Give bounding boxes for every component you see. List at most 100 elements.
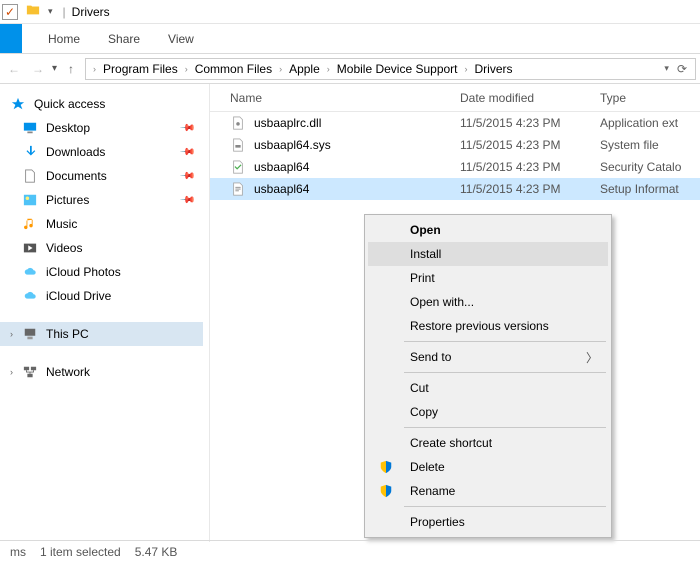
window-title: Drivers bbox=[72, 5, 110, 19]
nav-pane: Quick access Desktop📌 Downloads📌 Documen… bbox=[0, 84, 210, 542]
breadcrumb-seg[interactable]: Common Files bbox=[191, 62, 276, 76]
videos-icon bbox=[22, 240, 38, 256]
ctx-separator bbox=[404, 372, 606, 373]
ctx-separator bbox=[404, 341, 606, 342]
ctx-label: Delete bbox=[410, 460, 445, 474]
ctx-label: Rename bbox=[410, 484, 455, 498]
forward-button[interactable]: → bbox=[28, 59, 48, 79]
network-icon bbox=[22, 364, 38, 380]
ctx-open[interactable]: Open bbox=[368, 218, 608, 242]
tab-share[interactable]: Share bbox=[94, 24, 154, 53]
star-icon bbox=[10, 96, 26, 112]
file-name: usbaapl64 bbox=[254, 182, 460, 196]
file-row[interactable]: usbaapl64 11/5/2015 4:23 PM Security Cat… bbox=[210, 156, 700, 178]
ctx-label: Restore previous versions bbox=[410, 319, 549, 333]
cloud-icon bbox=[22, 288, 38, 304]
refresh-icon[interactable]: ⟳ bbox=[677, 62, 687, 76]
nav-label: Downloads bbox=[46, 145, 105, 159]
nav-network[interactable]: ›Network bbox=[0, 360, 203, 384]
tab-view[interactable]: View bbox=[154, 24, 208, 53]
file-row[interactable]: usbaapl64 11/5/2015 4:23 PM Setup Inform… bbox=[210, 178, 700, 200]
file-row[interactable]: usbaaplrc.dll 11/5/2015 4:23 PM Applicat… bbox=[210, 112, 700, 134]
breadcrumb-seg[interactable]: Drivers bbox=[471, 62, 517, 76]
ctx-separator bbox=[404, 506, 606, 507]
desktop-icon bbox=[22, 120, 38, 136]
nav-pictures[interactable]: Pictures📌 bbox=[0, 188, 203, 212]
address-bar: ← → ▾ ↑ › Program Files › Common Files ›… bbox=[0, 54, 700, 84]
file-row[interactable]: usbaapl64.sys 11/5/2015 4:23 PM System f… bbox=[210, 134, 700, 156]
chevron-right-icon: › bbox=[324, 64, 333, 74]
pin-icon: 📌 bbox=[178, 120, 195, 137]
file-type: Application ext bbox=[600, 116, 700, 130]
chevron-right-icon: › bbox=[90, 64, 99, 74]
nav-icloud-drive[interactable]: iCloud Drive bbox=[0, 284, 203, 308]
breadcrumb-seg[interactable]: Program Files bbox=[99, 62, 182, 76]
ctx-print[interactable]: Print bbox=[368, 266, 608, 290]
documents-icon bbox=[22, 168, 38, 184]
col-type[interactable]: Type bbox=[600, 91, 700, 105]
ctx-label: Send to bbox=[410, 350, 451, 364]
breadcrumb[interactable]: › Program Files › Common Files › Apple ›… bbox=[85, 58, 696, 80]
nav-desktop[interactable]: Desktop 📌 bbox=[0, 116, 203, 140]
checkbox-toggle[interactable]: ✓ bbox=[2, 4, 18, 20]
nav-icloud-photos[interactable]: iCloud Photos bbox=[0, 260, 203, 284]
file-name: usbaaplrc.dll bbox=[254, 116, 460, 130]
ctx-properties[interactable]: Properties bbox=[368, 510, 608, 534]
nav-label: Pictures bbox=[46, 193, 89, 207]
file-date: 11/5/2015 4:23 PM bbox=[460, 138, 600, 152]
ctx-delete[interactable]: Delete bbox=[368, 455, 608, 479]
up-button[interactable]: ↑ bbox=[61, 59, 81, 79]
nav-label: Network bbox=[46, 365, 90, 379]
nav-documents[interactable]: Documents 📌 bbox=[0, 164, 203, 188]
nav-videos[interactable]: Videos bbox=[0, 236, 203, 260]
title-bar: ✓ ▾ | Drivers bbox=[0, 0, 700, 24]
file-date: 11/5/2015 4:23 PM bbox=[460, 160, 600, 174]
pc-icon bbox=[22, 326, 38, 342]
nav-music[interactable]: Music bbox=[0, 212, 203, 236]
ctx-restore[interactable]: Restore previous versions bbox=[368, 314, 608, 338]
ctx-send-to[interactable]: Send to 〉 bbox=[368, 345, 608, 369]
ctx-install[interactable]: Install bbox=[368, 242, 608, 266]
ctx-label: Install bbox=[410, 247, 441, 261]
chevron-right-icon: 〉 bbox=[586, 349, 598, 366]
ctx-create-shortcut[interactable]: Create shortcut bbox=[368, 431, 608, 455]
file-type: System file bbox=[600, 138, 700, 152]
chevron-right-icon: › bbox=[462, 64, 471, 74]
cloud-icon bbox=[22, 264, 38, 280]
ctx-rename[interactable]: Rename bbox=[368, 479, 608, 503]
file-icon bbox=[230, 159, 246, 175]
status-bar: ms 1 item selected 5.47 KB bbox=[0, 540, 700, 562]
shield-icon bbox=[378, 483, 394, 499]
ctx-label: Print bbox=[410, 271, 435, 285]
ctx-cut[interactable]: Cut bbox=[368, 376, 608, 400]
ctx-open-with[interactable]: Open with... bbox=[368, 290, 608, 314]
breadcrumb-seg[interactable]: Mobile Device Support bbox=[333, 62, 462, 76]
file-type: Setup Informat bbox=[600, 182, 700, 196]
file-tab[interactable] bbox=[0, 24, 22, 53]
ribbon: Home Share View bbox=[0, 24, 700, 54]
tab-home[interactable]: Home bbox=[34, 24, 94, 53]
nav-this-pc[interactable]: ›This PC bbox=[0, 322, 203, 346]
qab-dropdown-icon[interactable]: ▾ bbox=[48, 6, 53, 17]
context-menu: Open Install Print Open with... Restore … bbox=[364, 214, 612, 538]
file-icon bbox=[230, 181, 246, 197]
nav-quick-access[interactable]: Quick access bbox=[0, 92, 203, 116]
title-separator: | bbox=[63, 5, 66, 19]
file-icon bbox=[230, 115, 246, 131]
nav-label: This PC bbox=[46, 327, 89, 341]
recent-dropdown-icon[interactable]: ▾ bbox=[52, 63, 57, 74]
nav-label: Music bbox=[46, 217, 77, 231]
col-date[interactable]: Date modified bbox=[460, 91, 600, 105]
nav-label: Documents bbox=[46, 169, 107, 183]
breadcrumb-seg[interactable]: Apple bbox=[285, 62, 324, 76]
file-date: 11/5/2015 4:23 PM bbox=[460, 116, 600, 130]
ctx-label: Create shortcut bbox=[410, 436, 492, 450]
ctx-copy[interactable]: Copy bbox=[368, 400, 608, 424]
back-button[interactable]: ← bbox=[4, 59, 24, 79]
chevron-down-icon[interactable]: ▾ bbox=[664, 63, 669, 74]
nav-label: Desktop bbox=[46, 121, 90, 135]
pin-icon: 📌 bbox=[178, 168, 195, 185]
col-name[interactable]: Name bbox=[230, 91, 460, 105]
ctx-label: Open bbox=[410, 223, 441, 237]
nav-downloads[interactable]: Downloads📌 bbox=[0, 140, 203, 164]
